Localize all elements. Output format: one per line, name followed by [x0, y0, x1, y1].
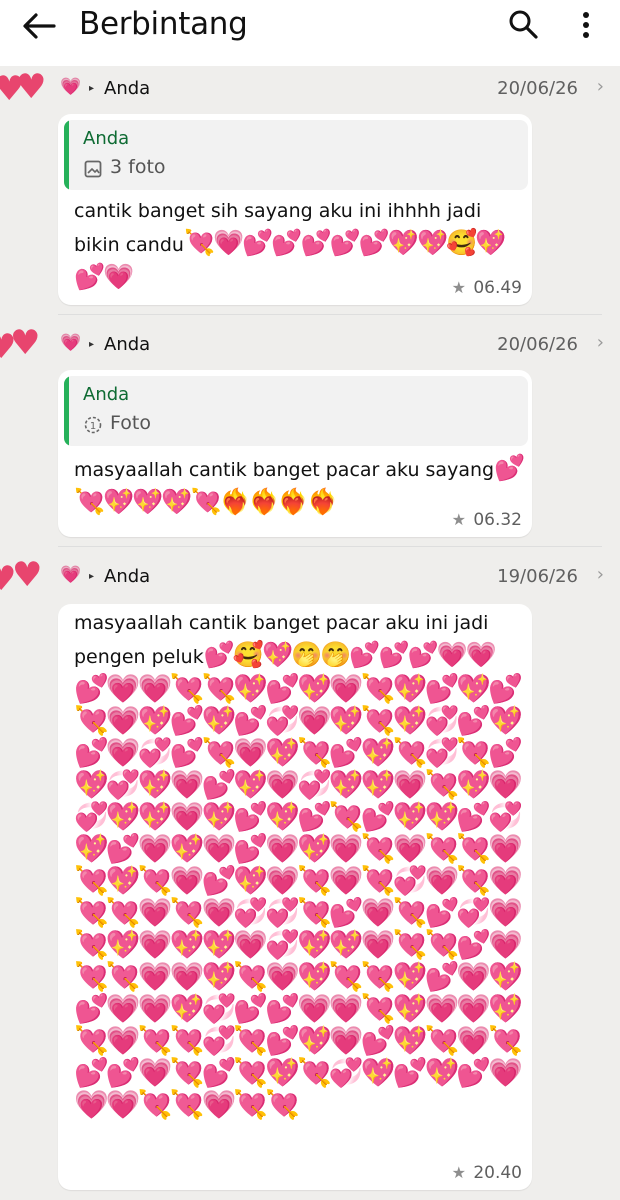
chevron-right-icon[interactable]: › — [597, 564, 604, 585]
message-header: 💗 ▸ Anda 19/06/26 › — [58, 564, 618, 594]
triangle-right-icon: ▸ — [89, 571, 95, 582]
quote-sender: Anda — [83, 384, 130, 405]
message-meta: ★ 06.49 — [442, 277, 522, 301]
message-text: masyaallah cantik banget pacar aku sayan… — [74, 459, 495, 481]
quoted-message[interactable]: Anda 1 Foto — [64, 376, 528, 446]
avatar: ♥ ♥ — [0, 70, 47, 109]
chevron-right-icon[interactable]: › — [597, 332, 604, 353]
arrow-left-icon — [23, 13, 56, 39]
message-date: 20/06/26 — [497, 78, 578, 99]
avatar: ♥ ♥ — [0, 558, 43, 598]
message-meta: ★ 06.32 — [442, 509, 522, 533]
quote-text: Foto — [110, 412, 151, 434]
quote-accent-bar — [64, 376, 69, 446]
star-icon: ★ — [451, 1163, 466, 1182]
quoted-message[interactable]: Anda 3 foto — [64, 120, 528, 190]
heart-icon: 💗 — [60, 77, 82, 97]
heart-icon: 💗 — [60, 333, 82, 353]
message-bubble[interactable]: masyaallah cantik banget pacar aku ini j… — [58, 604, 532, 1190]
back-button[interactable] — [18, 9, 58, 43]
image-icon — [84, 160, 102, 178]
sender-name: Anda — [104, 78, 151, 99]
sender-name: Anda — [104, 566, 151, 587]
search-button[interactable] — [506, 8, 540, 42]
message-time: 06.32 — [473, 510, 522, 530]
starred-message[interactable]: ♥ ♥ 💗 ▸ Anda 20/06/26 › Anda 3 foto cant… — [0, 66, 620, 316]
starred-message[interactable]: ♥ ♥ 💗 ▸ Anda 19/06/26 › masyaallah canti… — [0, 554, 620, 1200]
more-vertical-icon — [583, 12, 589, 38]
svg-text:1: 1 — [90, 421, 96, 432]
quote-accent-bar — [64, 120, 69, 190]
message-time: 20.40 — [473, 1163, 522, 1183]
view-once-icon: 1 — [84, 416, 102, 434]
more-options-button[interactable] — [574, 8, 598, 42]
message-header: 💗 ▸ Anda 20/06/26 › — [58, 332, 618, 362]
chevron-right-icon[interactable]: › — [597, 76, 604, 97]
message-bubble[interactable]: Anda 3 foto cantik banget sih sayang aku… — [58, 114, 532, 305]
sender-name: Anda — [104, 334, 151, 355]
message-time: 06.49 — [473, 278, 522, 298]
triangle-right-icon: ▸ — [89, 339, 95, 350]
search-icon — [509, 10, 538, 39]
message-meta: ★ 20.40 — [442, 1162, 522, 1186]
message-bubble[interactable]: Anda 1 Foto masyaallah cantik banget pac… — [58, 370, 532, 537]
message-emoji: 💕🥰💖🤭🤭💕💕💕💗💗 — [203, 640, 497, 669]
starred-message[interactable]: ♥ ♥ 💗 ▸ Anda 20/06/26 › Anda 1 Foto masy… — [0, 322, 620, 546]
triangle-right-icon: ▸ — [89, 83, 95, 94]
quote-sender: Anda — [83, 128, 130, 149]
star-icon: ★ — [451, 278, 466, 297]
message-header: 💗 ▸ Anda 20/06/26 › — [58, 76, 618, 106]
heart-emoji-grid: 💕💗💗💘💘💖💕💖💗💘💖💕💖💕💘💗💖💕💖💕💞💗💖💘💖💞💕💖💕💗💞💕💘💗💖💘💕💖💘💞… — [74, 672, 523, 1121]
star-icon: ★ — [451, 510, 466, 529]
app-bar: Berbintang — [0, 0, 620, 66]
page-title: Berbintang — [79, 6, 248, 42]
divider — [58, 314, 602, 315]
heart-icon: 💗 — [60, 565, 82, 585]
divider — [58, 546, 602, 547]
avatar: ♥ ♥ — [0, 326, 41, 366]
message-date: 19/06/26 — [497, 566, 578, 587]
message-date: 20/06/26 — [497, 334, 578, 355]
message-text-block: masyaallah cantik banget pacar aku ini j… — [74, 608, 526, 1148]
quote-text: 3 foto — [110, 156, 166, 178]
